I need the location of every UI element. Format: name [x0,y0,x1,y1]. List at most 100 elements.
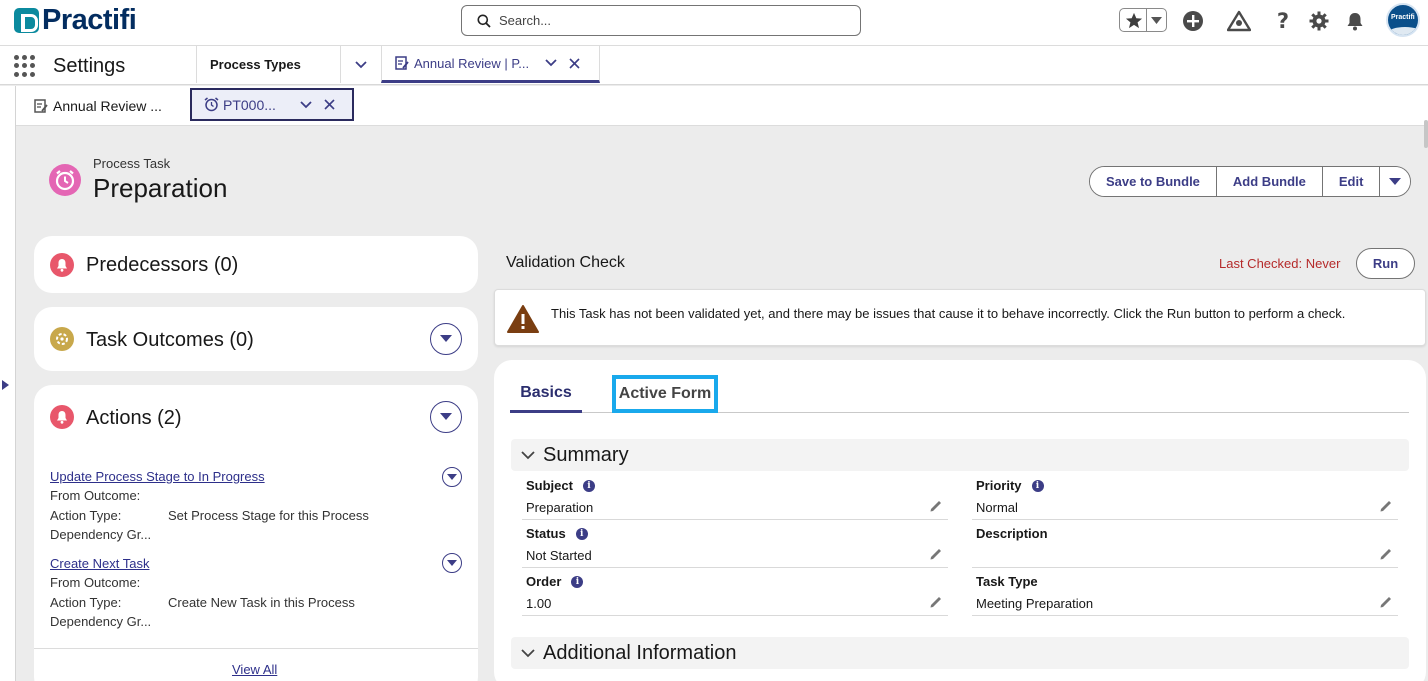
chevron-down-icon [440,413,452,421]
add-bundle-button[interactable]: Add Bundle [1216,167,1323,196]
edit-pencil-icon[interactable] [1379,499,1393,513]
tab-basics[interactable]: Basics [510,384,582,413]
action-type-value: Set Process Stage for this Process [168,508,369,523]
action-type-value: Create New Task in this Process [168,595,355,610]
avatar[interactable]: Practifi [1386,3,1420,37]
gear-icon[interactable] [1307,9,1331,33]
trailhead-icon[interactable] [1227,9,1251,33]
chevron-down-icon[interactable] [545,59,557,67]
info-icon[interactable]: i [582,479,595,492]
task-outcomes-title[interactable]: Task Outcomes (0) [86,329,254,352]
tab-label: Process Types [210,57,301,72]
field-label: Subject [526,478,573,493]
chevron-down-icon[interactable] [300,100,312,109]
subtab-annual-review[interactable]: Annual Review ... [34,86,184,126]
practifi-logo: Practifi [42,4,137,36]
action-row-menu[interactable] [442,553,462,573]
object-label: Process Task [93,156,171,171]
scrollbar-thumb[interactable] [1424,120,1428,148]
action-type-label: Action Type: [50,595,122,610]
actions-menu[interactable] [430,401,462,433]
add-icon[interactable] [1181,9,1205,33]
summary-section-header[interactable]: Summary [511,439,1409,471]
subtab-pt000[interactable]: PT000... [190,88,354,121]
order-label: Order i [526,574,584,589]
subtab-label: PT000... [223,96,276,113]
bell-icon[interactable] [1343,9,1367,33]
order-value: 1.00 [526,596,552,611]
predecessors-title[interactable]: Predecessors (0) [86,254,238,277]
info-icon[interactable]: i [575,527,588,540]
chevron-down-icon [521,450,535,460]
edit-pencil-icon[interactable] [929,595,943,609]
last-checked-text: Last Checked: Never [1219,256,1341,271]
divider [34,648,478,649]
search-icon [477,14,491,28]
field-label: Priority [976,478,1022,493]
global-search-input[interactable]: Search... [461,5,861,36]
from-outcome-label: From Outcome: [50,575,141,590]
process-icon [395,56,409,70]
task-outcomes-menu[interactable] [430,323,462,355]
edit-button[interactable]: Edit [1322,167,1381,196]
action-link[interactable]: Update Process Stage to In Progress [50,469,265,484]
more-actions-button[interactable] [1380,167,1411,196]
run-button[interactable]: Run [1356,248,1415,279]
expand-panel-icon[interactable] [2,380,9,390]
tab-process-types-menu[interactable] [340,46,381,83]
app-launcher-icon[interactable] [14,55,36,77]
field-label: Order [526,574,562,589]
field-divider [972,615,1398,616]
outcome-icon [50,327,74,351]
subtab-label: Annual Review ... [53,98,162,114]
from-outcome-label: From Outcome: [50,488,141,503]
field-divider [522,615,948,616]
edit-pencil-icon[interactable] [929,499,943,513]
field-divider [522,567,948,568]
action-row-menu[interactable] [442,467,462,487]
chevron-down-icon[interactable] [1151,17,1162,24]
chevron-down-icon [521,648,535,658]
save-to-bundle-button[interactable]: Save to Bundle [1090,167,1217,196]
field-label: Description [976,526,1048,541]
star-icon [1125,12,1143,29]
edit-pencil-icon[interactable] [929,547,943,561]
tab-process-types[interactable]: Process Types [196,46,340,83]
process-icon [34,99,48,113]
info-icon[interactable]: i [1031,479,1044,492]
task-type-label: Task Type [976,574,1038,589]
app-name: Settings [53,55,126,77]
validation-message: This Task has not been validated yet, an… [551,306,1346,321]
process-task-icon [49,164,81,196]
chevron-down-icon [1389,177,1402,186]
help-icon[interactable]: ? [1271,9,1295,33]
bell-icon [50,405,74,429]
search-placeholder: Search... [499,13,552,28]
additional-info-section-header[interactable]: Additional Information [511,637,1409,669]
tab-annual-review[interactable]: Annual Review | P... [381,46,600,83]
practifi-logo-icon [14,8,39,33]
actions-title[interactable]: Actions (2) [86,407,182,430]
info-icon[interactable]: i [571,575,584,588]
close-icon[interactable] [569,57,580,69]
section-title: Additional Information [543,641,737,664]
validation-warning: This Task has not been validated yet, an… [494,289,1426,346]
subject-label: Subject i [526,478,595,493]
chevron-down-icon [440,335,452,343]
field-label: Status [526,526,566,541]
avatar-text: Practifi [1391,14,1415,21]
section-title: Summary [543,443,629,466]
divider [1146,9,1147,31]
favorites-button[interactable] [1119,8,1167,32]
status-value: Not Started [526,548,592,563]
close-icon[interactable] [324,99,335,110]
page-title: Preparation [93,173,228,203]
view-all-link[interactable]: View All [232,662,277,677]
dependency-label: Dependency Gr... [50,527,152,542]
action-link[interactable]: Create Next Task [50,556,149,571]
edit-pencil-icon[interactable] [1379,595,1393,609]
tab-label: Annual Review | P... [414,55,530,71]
tab-active-form[interactable]: Active Form [612,375,718,413]
chevron-down-icon [355,60,367,69]
edit-pencil-icon[interactable] [1379,547,1393,561]
